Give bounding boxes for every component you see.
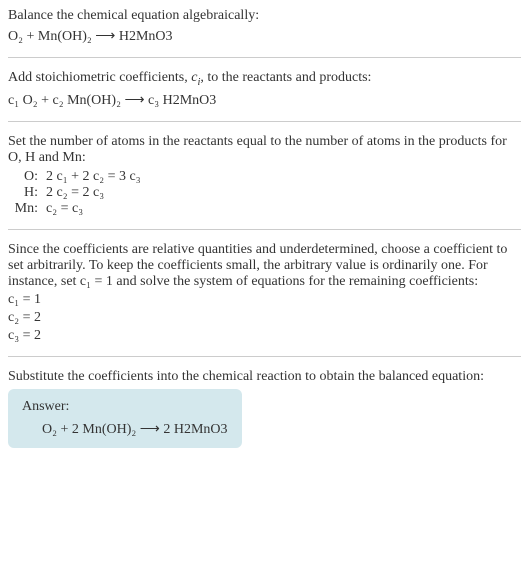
- divider: [8, 229, 521, 230]
- answer-label: Answer:: [22, 399, 228, 415]
- coeff-line: c₃ = 2: [8, 328, 521, 344]
- coeff-line: c₂ = 2: [8, 310, 521, 326]
- atom-label: O:: [8, 169, 46, 185]
- divider: [8, 57, 521, 58]
- step1-text: Balance the chemical equation algebraica…: [8, 8, 521, 24]
- step-balance: Balance the chemical equation algebraica…: [8, 8, 521, 45]
- step-substitute: Substitute the coefficients into the che…: [8, 369, 521, 448]
- atom-eq: c₂ = c₃: [46, 201, 521, 217]
- step-solve: Since the coefficients are relative quan…: [8, 242, 521, 344]
- atom-table: O: 2 c₁ + 2 c₂ = 3 c₃ H: 2 c₂ = 2 c₃ Mn:…: [8, 169, 521, 217]
- atom-row: Mn: c₂ = c₃: [8, 201, 521, 217]
- atom-label: Mn:: [8, 201, 46, 217]
- divider: [8, 121, 521, 122]
- atom-row: H: 2 c₂ = 2 c₃: [8, 185, 521, 201]
- step1-equation: O₂ + Mn(OH)₂ ⟶ H2MnO3: [8, 28, 521, 45]
- atom-eq: 2 c₂ = 2 c₃: [46, 185, 521, 201]
- step2-text-after: , to the reactants and products:: [200, 70, 371, 85]
- step5-text: Substitute the coefficients into the che…: [8, 369, 521, 385]
- atom-eq: 2 c₁ + 2 c₂ = 3 c₃: [46, 169, 521, 185]
- step-stoichiometric: Add stoichiometric coefficients, ci, to …: [8, 70, 521, 109]
- coeff-line: c₁ = 1: [8, 292, 521, 308]
- step2-equation: c₁ O₂ + c₂ Mn(OH)₂ ⟶ c₃ H2MnO3: [8, 92, 521, 109]
- answer-box: Answer: O₂ + 2 Mn(OH)₂ ⟶ 2 H2MnO3: [8, 389, 242, 448]
- step-atoms: Set the number of atoms in the reactants…: [8, 134, 521, 217]
- step2-text: Add stoichiometric coefficients, ci, to …: [8, 70, 521, 88]
- divider: [8, 356, 521, 357]
- answer-equation: O₂ + 2 Mn(OH)₂ ⟶ 2 H2MnO3: [22, 421, 228, 438]
- atom-row: O: 2 c₁ + 2 c₂ = 3 c₃: [8, 169, 521, 185]
- atom-label: H:: [8, 185, 46, 201]
- step4-text: Since the coefficients are relative quan…: [8, 242, 521, 290]
- step2-text-before: Add stoichiometric coefficients,: [8, 70, 191, 85]
- step3-text: Set the number of atoms in the reactants…: [8, 134, 521, 166]
